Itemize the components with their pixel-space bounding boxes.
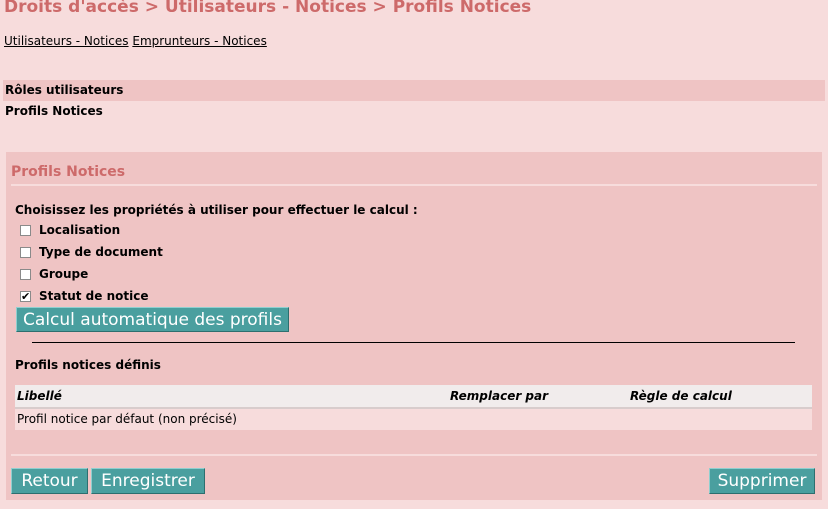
checkbox-localisation[interactable] <box>20 224 31 236</box>
enregistrer-button[interactable]: Enregistrer <box>91 468 205 494</box>
table-header: Libellé Remplacer par Règle de calcul <box>15 385 812 409</box>
profils-table: Libellé Remplacer par Règle de calcul Pr… <box>15 385 812 430</box>
divider <box>11 454 817 456</box>
properties-label: Choisissez les propriétés à utiliser pou… <box>15 203 418 217</box>
profils-notices-panel: Profils Notices Choisissez les propriété… <box>6 152 822 500</box>
checkbox-label: Localisation <box>39 223 121 237</box>
supprimer-button[interactable]: Supprimer <box>709 468 815 494</box>
checkbox-row-localisation: Localisation <box>20 222 120 238</box>
column-header-remplacer-par: Remplacer par <box>450 389 549 403</box>
checkbox-label: Groupe <box>39 267 89 281</box>
separator <box>32 342 795 343</box>
retour-button[interactable]: Retour <box>11 468 88 494</box>
checkbox-label: Statut de notice <box>39 289 149 303</box>
checkbox-statut-notice[interactable]: ✔ <box>20 289 31 303</box>
calcul-automatique-button[interactable]: Calcul automatique des profils <box>16 307 289 332</box>
column-header-libelle: Libellé <box>17 389 62 403</box>
checkbox-row-statut-notice: ✔ Statut de notice <box>20 288 148 304</box>
table-cell-libelle: Profil notice par défaut (non précisé) <box>17 412 237 426</box>
page-title: Droits d'accès > Utilisateurs - Notices … <box>4 0 532 17</box>
divider <box>11 184 817 186</box>
panel-title: Profils Notices <box>11 164 126 180</box>
profils-definis-label: Profils notices définis <box>15 358 161 372</box>
checkbox-type-document[interactable] <box>20 246 31 258</box>
link-emprunteurs-notices[interactable]: Emprunteurs - Notices <box>132 34 266 48</box>
sub-navigation: Utilisateurs - Notices Emprunteurs - Not… <box>4 34 267 48</box>
checkbox-groupe[interactable] <box>20 268 31 280</box>
checkbox-label: Type de document <box>39 245 163 259</box>
column-header-regle-calcul: Règle de calcul <box>630 389 732 403</box>
menu-item-profils-notices[interactable]: Profils Notices <box>3 101 825 122</box>
checkbox-row-groupe: Groupe <box>20 266 88 282</box>
menu-item-roles-utilisateurs[interactable]: Rôles utilisateurs <box>3 80 825 101</box>
link-utilisateurs-notices[interactable]: Utilisateurs - Notices <box>4 34 129 48</box>
checkmark-icon: ✔ <box>21 289 31 303</box>
checkbox-row-type-document: Type de document <box>20 244 163 260</box>
table-row[interactable]: Profil notice par défaut (non précisé) <box>15 409 812 430</box>
